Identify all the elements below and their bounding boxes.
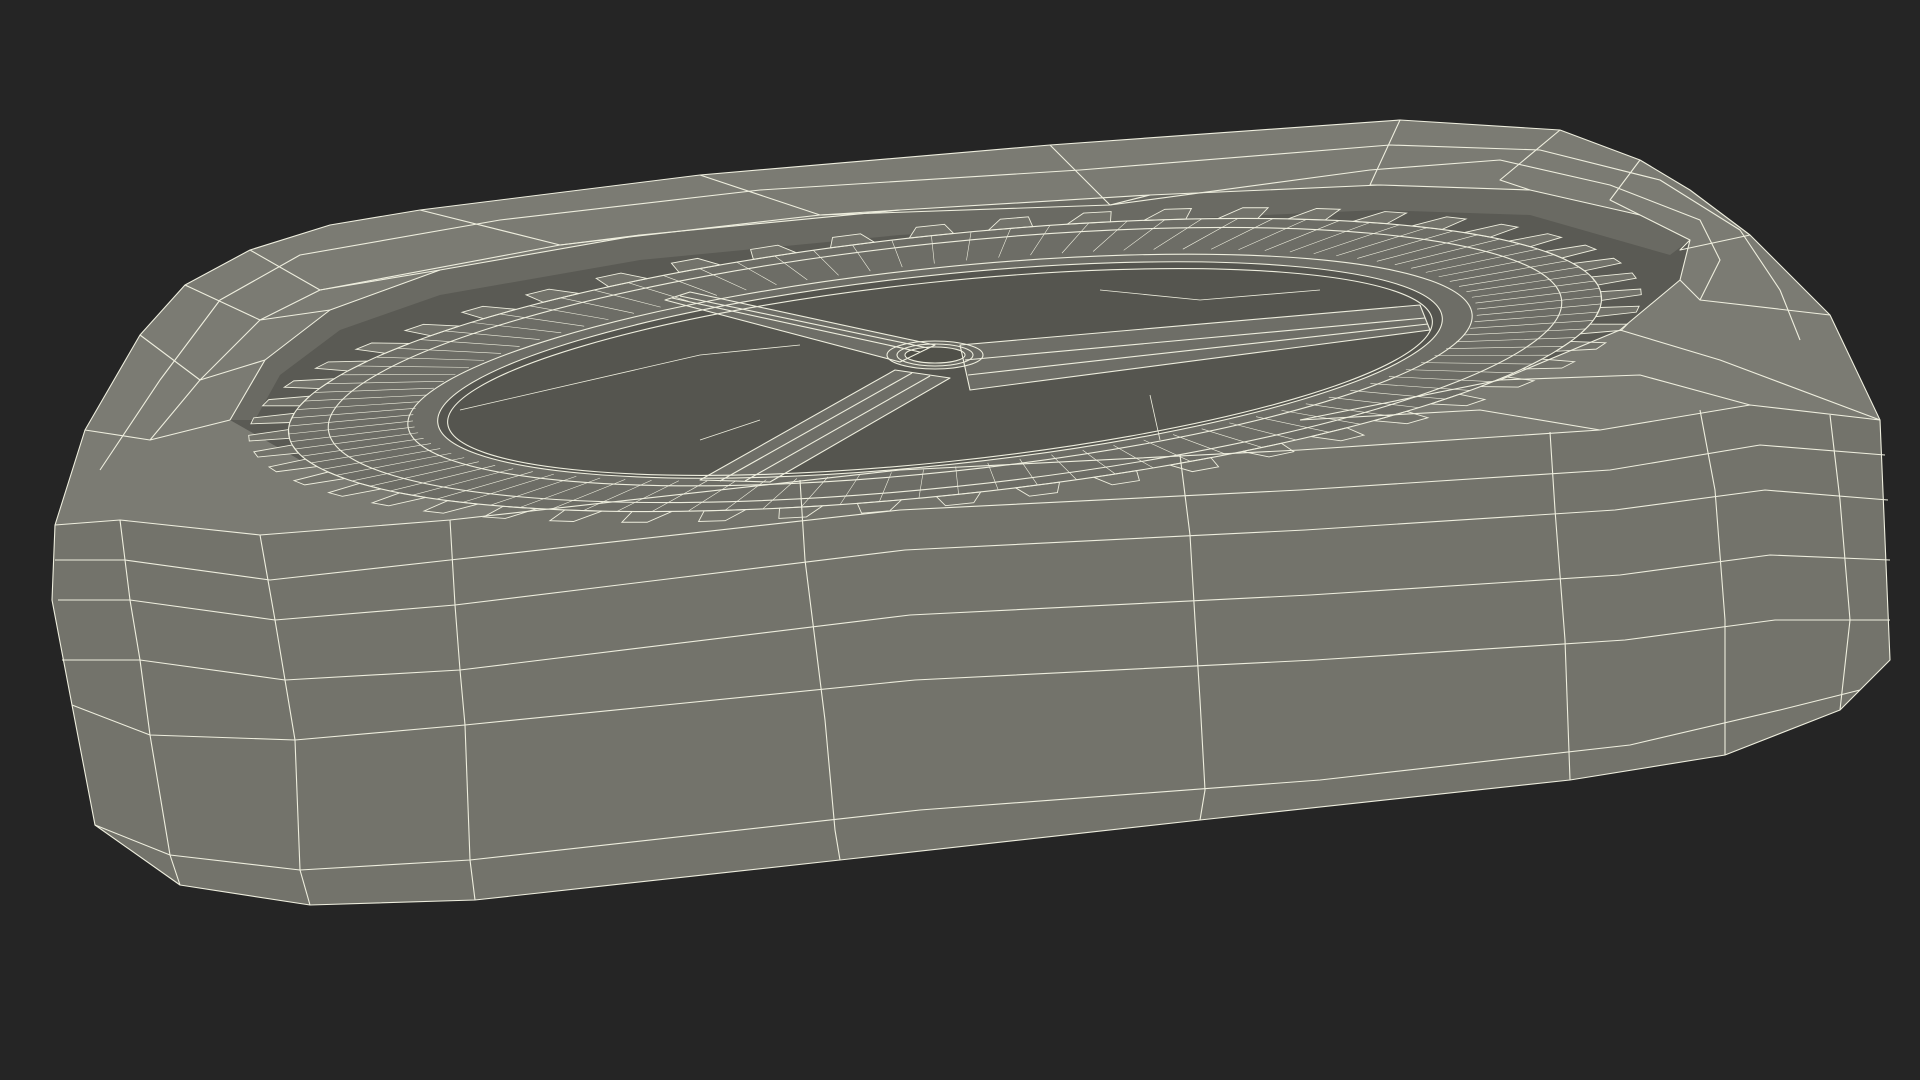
- 3d-viewport[interactable]: [0, 0, 1920, 1080]
- wireframe-model: [51, 119, 1891, 906]
